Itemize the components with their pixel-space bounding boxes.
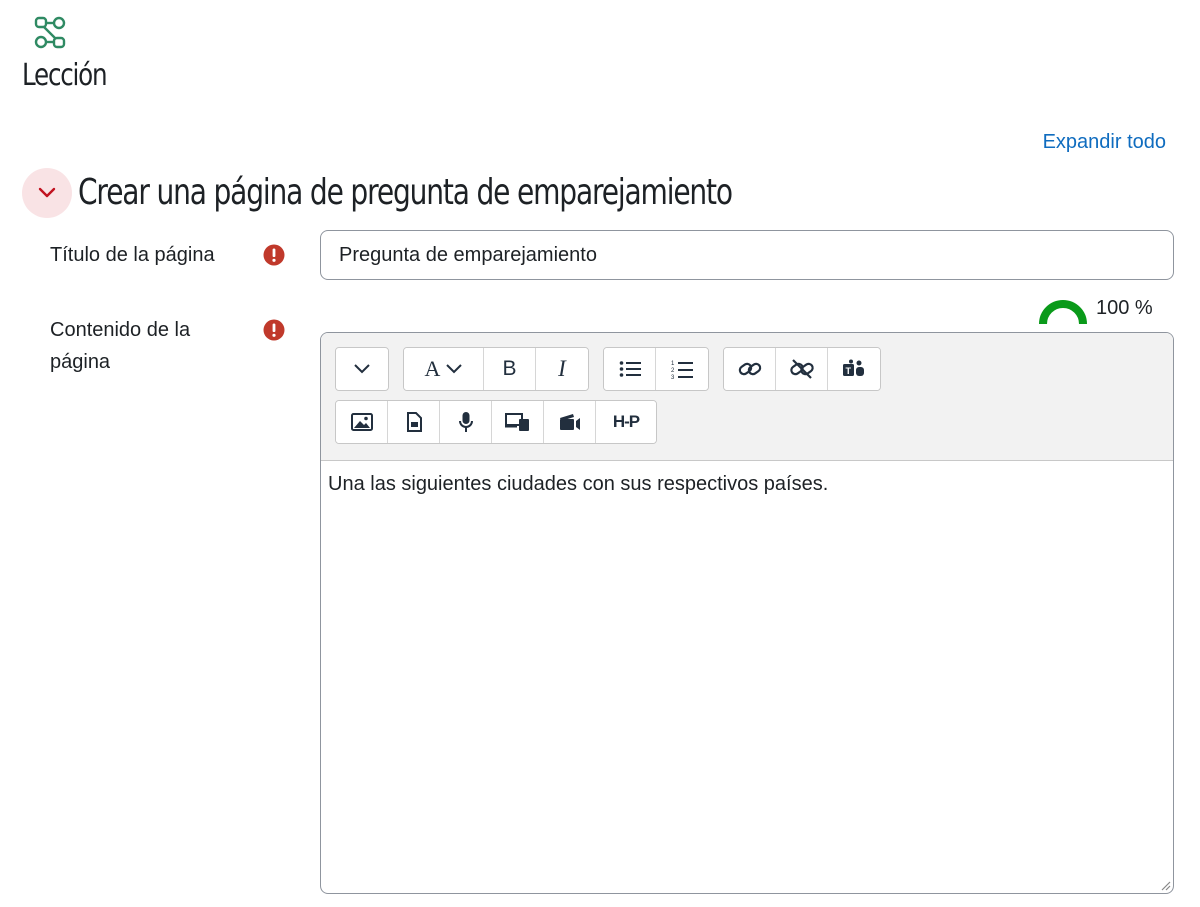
bullet-list-icon — [619, 361, 641, 377]
toolbar-group-media: H-P — [335, 400, 657, 444]
editor-content-area[interactable]: Una las siguientes ciudades con sus resp… — [321, 461, 1173, 893]
required-icon — [263, 244, 285, 266]
toolbar-group-lists: 123 — [603, 347, 709, 391]
chevron-down-icon — [446, 364, 463, 374]
screen-record-icon — [504, 413, 529, 431]
numbered-list-icon: 123 — [671, 361, 693, 379]
resize-handle-icon[interactable] — [1159, 879, 1171, 891]
microphone-icon — [458, 412, 473, 432]
accessibility-gauge-icon[interactable] — [1038, 294, 1088, 324]
svg-text:1: 1 — [671, 361, 675, 367]
teams-icon: T — [843, 359, 864, 376]
svg-text:3: 3 — [671, 375, 675, 379]
bullet-list-button[interactable] — [604, 348, 656, 390]
media-clapper-icon — [559, 414, 580, 430]
file-button[interactable] — [388, 401, 440, 443]
h5p-label: H-P — [612, 412, 640, 431]
font-style-button[interactable]: A — [404, 348, 484, 390]
chevron-down-icon — [38, 187, 56, 198]
expand-all-link[interactable]: Expandir todo — [1043, 131, 1166, 154]
teams-meeting-button[interactable]: T — [828, 348, 880, 390]
image-icon — [350, 413, 373, 431]
toolbar-group-format: A B I — [403, 347, 589, 391]
record-screen-button[interactable] — [492, 401, 544, 443]
page-contents-label-line1: Contenido de la — [50, 319, 191, 341]
media-button[interactable] — [544, 401, 596, 443]
file-icon — [406, 412, 422, 432]
lesson-network-icon — [34, 16, 66, 49]
unlink-button[interactable] — [776, 348, 828, 390]
italic-label: I — [558, 356, 566, 381]
toolbar-group-collapse — [335, 347, 389, 391]
record-audio-button[interactable] — [440, 401, 492, 443]
link-icon — [738, 362, 761, 376]
image-button[interactable] — [336, 401, 388, 443]
svg-text:2: 2 — [671, 368, 675, 374]
h5p-button[interactable]: H-P — [596, 401, 656, 443]
collapse-toolbar-button[interactable] — [336, 348, 388, 390]
chevron-down-icon — [354, 364, 370, 374]
rich-text-editor: A B I 123 T H-P Una las siguientes ciuda… — [320, 332, 1174, 894]
font-style-label: A — [424, 356, 441, 381]
accessibility-score: 100 % — [1096, 297, 1153, 319]
editor-toolbar: A B I 123 T H-P — [321, 333, 1173, 461]
numbered-list-button[interactable]: 123 — [656, 348, 708, 390]
toolbar-group-links: T — [723, 347, 881, 391]
page-title-label: Título de la página — [50, 244, 215, 266]
module-title: Lección — [22, 58, 108, 93]
page-title-input[interactable] — [320, 230, 1174, 280]
bold-label: B — [502, 357, 517, 380]
link-button[interactable] — [724, 348, 776, 390]
section-collapse-toggle[interactable] — [22, 168, 72, 218]
page-contents-label-line2: página — [50, 351, 111, 373]
section-title: Crear una página de pregunta de empareja… — [78, 172, 733, 213]
svg-text:T: T — [846, 366, 852, 376]
bold-button[interactable]: B — [484, 348, 536, 390]
required-icon — [263, 319, 285, 341]
unlink-icon — [789, 359, 814, 379]
italic-button[interactable]: I — [536, 348, 588, 390]
page-contents-label: Contenido de la página — [50, 314, 250, 378]
